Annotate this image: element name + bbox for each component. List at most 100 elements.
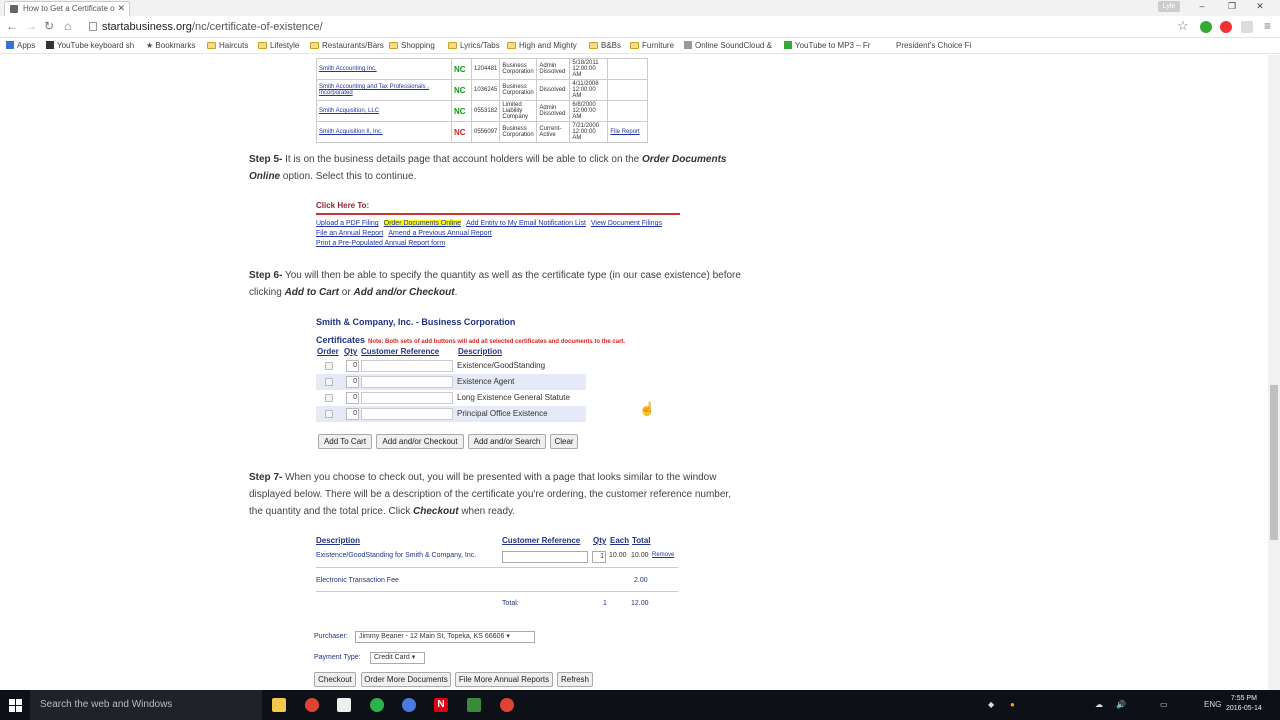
tab-close-icon[interactable]: ✕ [117,2,125,15]
windows-start-icon[interactable] [9,699,22,712]
payment-type-select[interactable]: Credit Card ▾ [370,652,425,664]
cart-remove-link[interactable]: Remove [652,552,674,558]
order-checkbox[interactable] [325,378,333,386]
language-indicator[interactable]: ENG [1204,700,1221,709]
taskbar-search-box[interactable]: Search the web and Windows [30,690,262,720]
camtasia-icon[interactable] [467,698,481,712]
amend-annual-report-link[interactable]: Amend a Previous Annual Report [388,230,492,237]
file-annual-report-link[interactable]: File an Annual Report [316,230,383,237]
bookmark-youtube-mp3[interactable]: YouTube to MP3 – Fr [784,41,870,51]
bookmark-haircuts[interactable]: Haircuts [207,41,248,51]
page-scrollbar[interactable] [1268,55,1280,690]
bookmark-bbs[interactable]: B&Bs [589,41,621,51]
tray-icon[interactable]: ◆ [988,700,994,709]
bookmark-furniture[interactable]: Furniture [630,41,674,51]
taskbar-clock[interactable]: 7:55 PM 2016-05-14 [1226,694,1262,714]
bookmark-lifestyle[interactable]: Lifestyle [258,41,299,51]
certificate-row: 0 Principal Office Existence [316,406,586,422]
bookmark-soundcloud[interactable]: Online SoundCloud & [684,41,772,51]
minimize-icon[interactable]: – [1195,1,1209,11]
scrollbar-thumb[interactable] [1270,385,1278,540]
bookmark-bookmarks[interactable]: ★ Bookmarks [146,41,195,51]
refresh-button[interactable]: Refresh [557,672,593,687]
notification-icon[interactable]: ▭ [1160,700,1168,709]
spotify-icon[interactable] [370,698,384,712]
entity-type: Business Corporation [499,79,538,101]
window-user-badge[interactable]: Lyle [1158,1,1180,12]
file-report-link[interactable]: File Report [610,129,639,135]
netflix-icon[interactable]: N [434,698,448,712]
extension-green-icon[interactable] [1200,21,1212,33]
entity-link[interactable]: Smith Accounting Inc. [319,66,377,72]
bookmark-high-and-mighty[interactable]: High and Mighty [507,41,577,51]
clear-button[interactable]: Clear [550,434,578,449]
customer-reference-input[interactable] [361,408,453,420]
entity-status: Dissolved [536,79,571,101]
bookmark-star-icon[interactable]: ☆ [1177,18,1189,34]
order-documents-online-link[interactable]: Order Documents Online [383,220,462,227]
bookmark-lyrics[interactable]: Lyrics/Tabs [448,41,500,51]
reload-icon[interactable]: ↻ [44,19,54,33]
order-checkbox[interactable] [325,410,333,418]
purchaser-select[interactable]: Jimmy Beaner - 12 Main St, Topeka, KS 66… [355,631,535,643]
entity-status: Admin Dissolved [536,100,571,122]
entity-link[interactable]: Smith Accounting and Tax Professionals ,… [319,84,429,96]
onedrive-icon[interactable]: ☁ [1095,700,1103,709]
extension-grey-icon[interactable] [1241,21,1253,33]
bookmark-shopping[interactable]: Shopping [389,41,435,51]
mail-icon[interactable] [337,698,351,712]
firefox-icon[interactable] [402,698,416,712]
address-bar: ← → ↻ ⌂ startabusiness.org/nc/certificat… [0,16,1280,38]
bookmark-presidents-choice[interactable]: President's Choice Fi [885,41,971,51]
order-more-documents-button[interactable]: Order More Documents [361,672,451,687]
back-icon[interactable]: ← [6,19,18,33]
bookmark-youtube-keyboard[interactable]: YouTube keyboard sh [46,41,134,51]
opera-extension-icon[interactable] [1220,21,1232,33]
home-icon[interactable]: ⌂ [64,19,71,33]
checkout-button[interactable]: Checkout [314,672,356,687]
tab-current[interactable]: How to Get a Certificate o ✕ [4,1,130,16]
clock-time: 7:55 PM [1230,695,1257,702]
step5-text1: It is on the business details page that … [282,154,643,165]
entity-link[interactable]: Smith Acquisition II, Inc. [319,129,383,135]
customer-reference-input[interactable] [361,360,453,372]
customer-reference-input[interactable] [361,376,453,388]
cart-item-qty-input[interactable]: 1 [592,551,606,563]
order-checkbox[interactable] [325,362,333,370]
qty-input[interactable]: 0 [346,376,359,388]
step6-paragraph: Step 6- You will then be able to specify… [249,267,744,301]
add-checkout-button[interactable]: Add and/or Checkout [376,434,464,449]
add-search-button[interactable]: Add and/or Search [468,434,546,449]
customer-reference-input[interactable] [361,392,453,404]
chrome-taskbar-icon[interactable] [305,698,319,712]
folder-icon [507,42,516,49]
bookmark-restaurants[interactable]: Restaurants/Bars [310,41,384,51]
folder-icon [389,42,398,49]
email-notification-link[interactable]: Add Entity to My Email Notification List [466,220,586,227]
file-explorer-icon[interactable] [272,698,286,712]
url-field[interactable]: startabusiness.org/nc/certificate-of-exi… [85,19,1195,36]
order-checkbox[interactable] [325,394,333,402]
file-more-annual-reports-button[interactable]: File More Annual Reports [455,672,553,687]
cart-item-reference-input[interactable] [502,551,588,563]
qty-input[interactable]: 0 [346,408,359,420]
page-info-icon[interactable] [89,22,97,31]
certificates-panel: Smith & Company, Inc. - Business Corpora… [316,317,696,422]
view-document-filings-link[interactable]: View Document Filings [591,220,662,227]
window-close-icon[interactable]: ✕ [1253,1,1267,12]
step5-paragraph: Step 5- It is on the business details pa… [249,151,744,185]
chrome-menu-icon[interactable]: ≡ [1264,19,1271,33]
chrome-second-icon[interactable] [500,698,514,712]
bookmark-apps[interactable]: Apps [6,41,35,51]
upload-pdf-link[interactable]: Upload a PDF Filing [316,220,379,227]
volume-icon[interactable]: 🔊 [1116,700,1126,709]
forward-icon[interactable]: → [25,19,37,33]
entity-id: 1204481 [470,58,501,80]
qty-input[interactable]: 0 [346,392,359,404]
entity-link[interactable]: Smith Acquisition, LLC [319,108,379,114]
tray-icon[interactable]: ● [1010,700,1015,709]
add-to-cart-button[interactable]: Add To Cart [318,434,372,449]
print-annual-report-form-link[interactable]: Print a Pre-Populated Annual Report form [316,240,445,247]
qty-input[interactable]: 0 [346,360,359,372]
maximize-icon[interactable]: ❐ [1225,1,1239,12]
